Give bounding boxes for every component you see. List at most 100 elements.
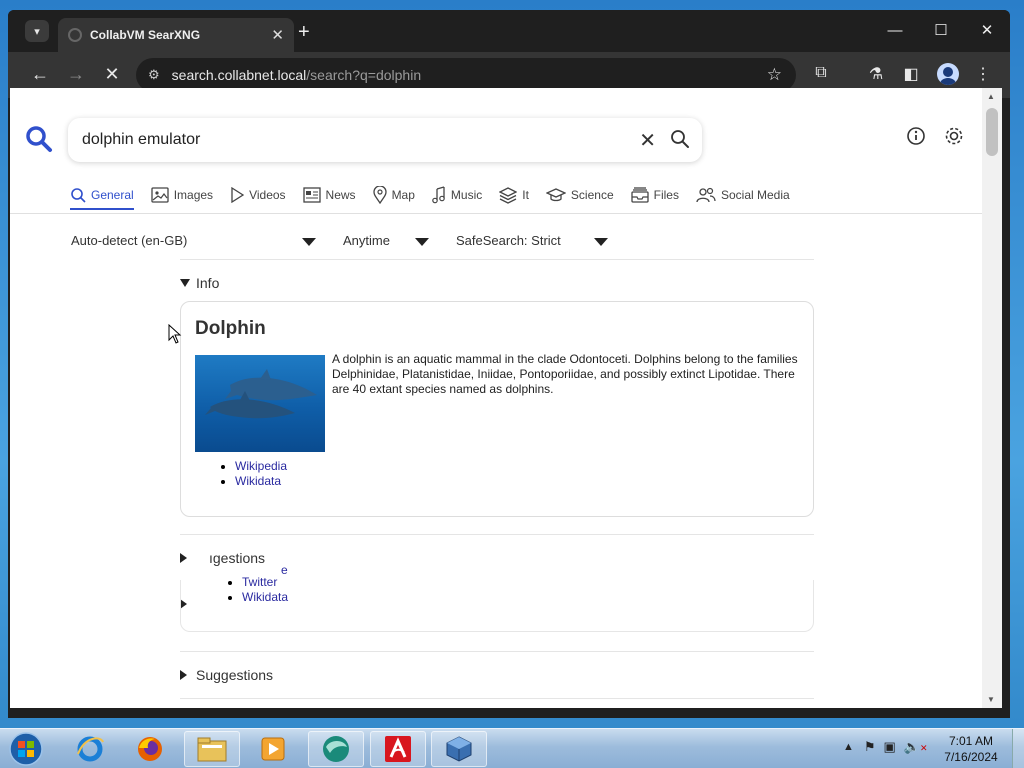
suggestions-label: Suggestions	[196, 667, 274, 683]
safesearch-dropdown-caret-icon[interactable]	[594, 238, 608, 246]
internet-explorer-icon[interactable]	[62, 731, 118, 767]
action-center-flag-icon[interactable]: ⚑	[864, 739, 876, 755]
tab-science[interactable]: Science	[545, 180, 614, 210]
collapsed-section-toggle-2[interactable]	[180, 599, 196, 609]
address-bar[interactable]: ⚙ search.collabnet.local/search?q=dolphi…	[136, 58, 796, 92]
search-submit-icon[interactable]	[670, 129, 690, 149]
play-icon	[231, 187, 245, 203]
searxng-logo-icon[interactable]	[24, 124, 54, 154]
music-note-icon	[432, 186, 445, 204]
url-text: search.collabnet.local/search?q=dolphin	[172, 67, 421, 83]
tab-map[interactable]: Map	[372, 180, 415, 210]
tab-label: Map	[391, 188, 415, 202]
site-settings-icon[interactable]: ⚙	[148, 67, 160, 83]
tab-images[interactable]: Images	[151, 180, 213, 210]
tab-it[interactable]: It	[499, 180, 529, 210]
taskbar-clock[interactable]: 7:01 AM 7/16/2024	[936, 733, 1006, 765]
search-icon	[71, 188, 86, 203]
list-item: Wikidata	[235, 474, 287, 489]
virtualbox-icon[interactable]	[431, 731, 487, 767]
tab-label: News	[325, 188, 356, 202]
collabvm-app-icon[interactable]	[308, 731, 364, 767]
tab-label: Videos	[249, 188, 286, 202]
search-box[interactable]: dolphin emulator ✕	[68, 118, 702, 162]
more-menu-icon[interactable]: ⋮	[972, 64, 994, 84]
clear-search-icon[interactable]: ✕	[639, 128, 656, 153]
forward-button[interactable]: →	[64, 64, 88, 85]
twitter-link[interactable]: Twitter	[242, 575, 277, 589]
wikidata-link[interactable]: Wikidata	[235, 474, 281, 488]
tab-music[interactable]: Music	[432, 180, 482, 210]
section-divider	[180, 651, 814, 652]
category-divider	[10, 213, 982, 214]
new-tab-button[interactable]: +	[298, 22, 310, 42]
profile-avatar[interactable]	[937, 63, 959, 85]
browser-tab[interactable]: CollabVM SearXNG ✕	[58, 18, 294, 52]
tab-label: Files	[653, 188, 679, 202]
tab-search-button[interactable]: ▾	[25, 20, 49, 42]
time-dropdown-caret-icon[interactable]	[415, 238, 429, 246]
close-tab-icon[interactable]: ✕	[271, 26, 284, 44]
graduation-cap-icon	[545, 188, 566, 202]
category-tabs: General Images Videos News Map Music It	[70, 180, 807, 210]
safesearch-select[interactable]: SafeSearch: Strict	[456, 233, 561, 248]
collapsed-triangle-icon	[180, 553, 187, 563]
back-button[interactable]: ←	[28, 64, 52, 85]
scrollbar-thumb[interactable]	[986, 108, 998, 156]
tab-social-media[interactable]: Social Media	[696, 180, 790, 210]
firefox-icon[interactable]	[122, 731, 178, 767]
volume-muted-icon[interactable]: 🔈✕	[904, 739, 928, 755]
list-item: Wikidata	[242, 590, 288, 605]
side-panel-icon[interactable]: ◧	[900, 64, 922, 84]
tab-videos[interactable]: Videos	[230, 180, 286, 210]
extensions-icon[interactable]: ⧉	[810, 64, 832, 82]
info-section-toggle[interactable]: Info	[180, 275, 219, 291]
minimize-button[interactable]: —	[872, 10, 918, 50]
tab-files[interactable]: Files	[630, 180, 679, 210]
infobox-links: Wikipedia Wikidata	[235, 459, 287, 489]
language-dropdown-caret-icon[interactable]	[302, 238, 316, 246]
chevron-down-icon: ▾	[34, 25, 40, 38]
tab-label: Images	[173, 188, 214, 202]
show-desktop-button[interactable]	[1012, 729, 1024, 768]
page-scrollbar[interactable]: ▲ ▼	[982, 88, 1002, 708]
tab-label: It	[522, 188, 529, 202]
gear-icon[interactable]	[943, 125, 965, 147]
maximize-button[interactable]: ☐	[918, 10, 964, 50]
file-explorer-icon[interactable]	[184, 731, 240, 767]
list-item: Twitter	[242, 575, 288, 590]
info-icon[interactable]	[906, 126, 926, 146]
collapsed-section-label: ıgestions	[209, 550, 266, 566]
image-icon	[151, 187, 169, 203]
time-range-select[interactable]: Anytime	[343, 233, 390, 248]
bookmark-star-icon[interactable]: ☆	[767, 65, 782, 85]
language-select[interactable]: Auto-detect (en-GB)	[71, 233, 187, 248]
collapsed-section-toggle[interactable]: ıgestions	[180, 550, 265, 566]
infobox-description: A dolphin is an aquatic mammal in the cl…	[332, 352, 798, 396]
close-window-button[interactable]: ✕	[964, 10, 1010, 50]
tab-label: General	[91, 188, 134, 202]
wikipedia-link[interactable]: Wikipedia	[235, 459, 287, 473]
stop-loading-button[interactable]: ✕	[100, 64, 124, 85]
avira-icon[interactable]	[370, 731, 426, 767]
scroll-down-arrow-icon[interactable]: ▼	[987, 695, 995, 704]
suggestions-section-toggle[interactable]: Suggestions	[180, 667, 273, 683]
network-icon[interactable]: ▣	[884, 739, 896, 755]
media-player-icon[interactable]	[245, 731, 301, 767]
filters-divider	[180, 259, 814, 260]
tab-news[interactable]: News	[302, 180, 356, 210]
page-content: dolphin emulator ✕ General Images Videos	[10, 88, 982, 708]
tab-title: CollabVM SearXNG	[90, 28, 201, 42]
labs-flask-icon[interactable]: ⚗	[865, 64, 887, 84]
clock-date: 7/16/2024	[944, 750, 998, 764]
url-host: search.collabnet.local	[171, 67, 307, 83]
wikidata-link[interactable]: Wikidata	[242, 590, 288, 604]
search-input[interactable]: dolphin emulator	[82, 131, 200, 149]
scroll-up-arrow-icon[interactable]: ▲	[987, 92, 995, 101]
expanded-triangle-icon	[180, 279, 190, 287]
start-button[interactable]	[6, 730, 46, 768]
show-hidden-icons-arrow-icon[interactable]: ▲	[843, 741, 854, 753]
layers-icon	[499, 187, 518, 204]
tab-general[interactable]: General	[70, 180, 134, 210]
section-divider	[180, 698, 814, 699]
